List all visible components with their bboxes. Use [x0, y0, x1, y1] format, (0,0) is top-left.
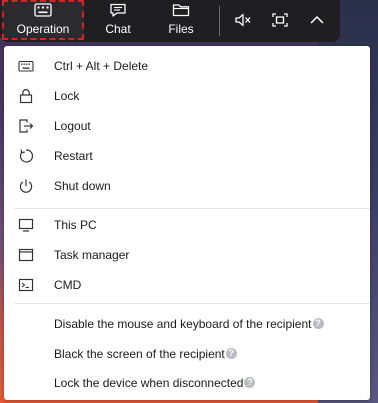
tab-operation-label: Operation: [16, 22, 70, 36]
menu-item-label: CMD: [54, 278, 82, 292]
option-disable-input[interactable]: Disable the mouse and keyboard of the re…: [4, 311, 370, 337]
menu-divider: [14, 208, 370, 209]
keyboard-icon: [34, 3, 52, 17]
option-label: Black the screen of the recipient: [54, 347, 225, 361]
menu-item-task-manager[interactable]: Task manager: [4, 242, 370, 268]
option-black-screen[interactable]: Black the screen of the recipient?: [4, 341, 370, 367]
help-icon[interactable]: ?: [312, 318, 324, 330]
operation-menu: Ctrl + Alt + Delete Lock Logout Restart …: [4, 46, 370, 400]
option-lock-on-disconnect[interactable]: Lock the device when disconnected?: [4, 370, 370, 396]
monitor-icon: [18, 218, 34, 232]
keyboard-icon: [18, 60, 34, 72]
menu-item-ctrl-alt-delete[interactable]: Ctrl + Alt + Delete: [4, 53, 370, 79]
tab-files[interactable]: Files: [158, 0, 204, 40]
tab-files-label: Files: [168, 22, 194, 36]
menu-item-label: This PC: [54, 218, 97, 232]
restart-icon: [19, 149, 34, 163]
menu-item-label: Restart: [54, 149, 93, 163]
toolbar-divider: [219, 6, 220, 36]
tab-operation[interactable]: Operation: [2, 0, 84, 40]
chat-icon: [110, 3, 126, 17]
terminal-icon: [18, 278, 34, 292]
option-row-text: Disable the mouse and keyboard of the re…: [54, 317, 324, 331]
remote-toolbar: Operation Chat Files: [0, 0, 340, 42]
lock-icon: [19, 89, 33, 104]
menu-item-this-pc[interactable]: This PC: [4, 212, 370, 238]
help-icon[interactable]: ?: [244, 377, 256, 389]
menu-item-label: Shut down: [54, 179, 111, 193]
option-label: Lock the device when disconnected: [54, 376, 244, 390]
menu-item-label: Logout: [54, 119, 91, 133]
folder-icon: [172, 4, 190, 17]
window-icon: [18, 248, 34, 262]
menu-item-logout[interactable]: Logout: [4, 113, 370, 139]
help-icon[interactable]: ?: [225, 348, 237, 360]
fullscreen-icon[interactable]: [271, 12, 289, 28]
option-row-text: Lock the device when disconnected?: [54, 376, 256, 390]
menu-item-label: Ctrl + Alt + Delete: [54, 59, 149, 73]
menu-item-label: Task manager: [54, 248, 130, 262]
mute-icon[interactable]: [234, 12, 252, 28]
option-row-text: Black the screen of the recipient?: [54, 347, 237, 361]
menu-item-label: Lock: [54, 89, 80, 103]
option-label: Disable the mouse and keyboard of the re…: [54, 317, 312, 331]
menu-item-lock[interactable]: Lock: [4, 83, 370, 109]
tab-chat[interactable]: Chat: [96, 0, 140, 40]
menu-divider: [14, 303, 370, 304]
power-icon: [19, 179, 33, 193]
logout-icon: [19, 119, 34, 133]
chevron-up-icon[interactable]: [308, 12, 326, 28]
menu-item-cmd[interactable]: CMD: [4, 272, 370, 298]
menu-item-restart[interactable]: Restart: [4, 143, 370, 169]
tab-chat-label: Chat: [105, 22, 131, 36]
menu-item-shut-down[interactable]: Shut down: [4, 173, 370, 199]
